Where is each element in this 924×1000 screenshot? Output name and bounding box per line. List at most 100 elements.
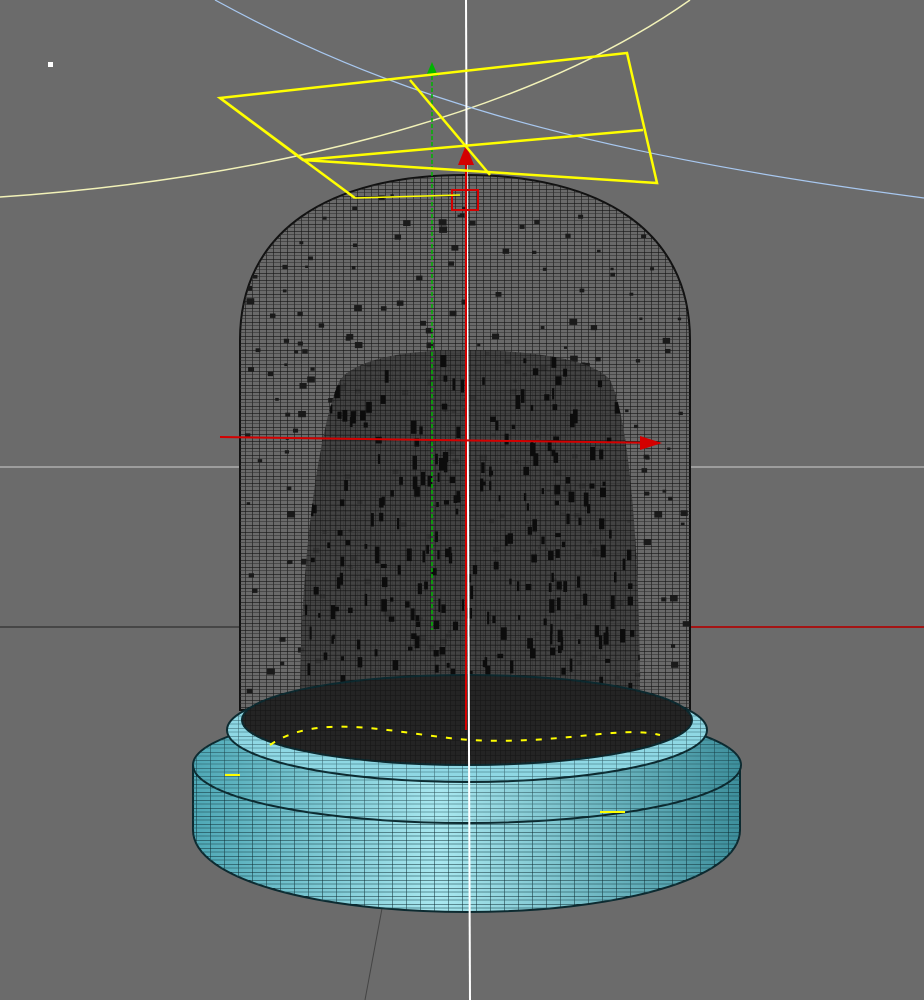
dome-speck xyxy=(682,621,690,627)
inner-speck xyxy=(421,471,426,486)
dome-speck xyxy=(569,318,578,325)
3d-viewport[interactable] xyxy=(0,0,924,1000)
dome-speck xyxy=(416,275,423,281)
light-path-a[interactable] xyxy=(0,0,691,198)
inner-speck xyxy=(600,544,606,558)
inner-speck xyxy=(555,549,560,558)
inner-speck xyxy=(627,596,633,606)
inner-speck xyxy=(445,548,450,558)
dome-speck xyxy=(662,337,671,344)
inner-speck xyxy=(563,581,568,592)
inner-speck xyxy=(455,508,459,515)
inner-speck xyxy=(614,572,617,583)
inner-speck xyxy=(548,550,554,561)
inner-speck xyxy=(583,492,589,507)
dome-speck xyxy=(671,661,679,668)
inner-speck xyxy=(550,624,553,634)
inner-speck xyxy=(556,597,561,611)
inner-speck xyxy=(357,657,363,668)
inner-speck xyxy=(610,595,615,609)
dome-speck xyxy=(668,496,673,501)
dome-speck xyxy=(302,349,308,354)
inner-speck xyxy=(527,638,533,649)
inner-speck xyxy=(374,649,378,657)
inner-speck xyxy=(551,572,554,583)
inner-speck xyxy=(348,607,353,614)
dome-speck xyxy=(477,343,481,347)
inner-speck xyxy=(443,500,450,505)
inner-speck xyxy=(487,611,490,625)
dome-speck xyxy=(298,410,306,418)
inner-speck xyxy=(309,626,312,640)
inner-speck xyxy=(599,449,604,460)
inner-speck xyxy=(405,601,410,608)
dome-speck xyxy=(532,250,537,255)
inner-speck xyxy=(437,472,440,482)
dome-speck xyxy=(641,468,648,473)
inner-speck xyxy=(472,565,478,575)
dome-speck xyxy=(308,256,313,261)
inner-speck xyxy=(449,476,456,483)
inner-speck xyxy=(530,404,534,411)
dome-speck xyxy=(280,661,285,666)
inner-speck xyxy=(515,395,521,410)
inner-speck xyxy=(364,593,368,606)
dome-speck xyxy=(299,241,304,245)
inner-speck xyxy=(505,534,508,546)
dome-speck xyxy=(255,348,261,353)
inner-speck xyxy=(551,449,556,457)
dome-speck xyxy=(351,266,356,270)
inner-speck xyxy=(443,375,448,382)
inner-speck xyxy=(568,491,575,503)
dome-speck xyxy=(282,289,287,293)
inner-speck xyxy=(396,518,400,530)
inner-speck xyxy=(318,613,321,618)
inner-speck xyxy=(482,660,486,668)
inner-speck xyxy=(446,662,450,668)
inner-speck xyxy=(552,388,555,400)
inner-speck xyxy=(406,548,412,562)
inner-speck xyxy=(313,586,319,595)
inner-speck xyxy=(426,544,429,554)
inner-speck xyxy=(377,454,381,464)
scene-canvas[interactable] xyxy=(0,0,924,1000)
inner-speck xyxy=(547,441,552,452)
inner-speck xyxy=(366,401,372,413)
inner-speck xyxy=(510,660,514,674)
dome-speck xyxy=(641,234,647,239)
inner-speck xyxy=(364,544,368,549)
inner-speck xyxy=(497,653,504,659)
light-path-b[interactable] xyxy=(214,0,924,199)
inner-speck xyxy=(544,394,550,401)
inner-speck xyxy=(381,564,387,569)
dome-speck xyxy=(269,313,276,318)
dome-speck xyxy=(248,367,255,372)
inner-speck xyxy=(570,413,575,428)
inner-speck xyxy=(569,658,573,672)
dome-speck xyxy=(578,214,584,219)
inner-speck xyxy=(379,512,384,522)
inner-speck xyxy=(594,625,600,637)
inner-speck xyxy=(489,481,492,491)
inner-speck xyxy=(498,495,501,502)
inner-speck xyxy=(363,422,368,428)
dome-speck xyxy=(369,180,376,185)
inner-speck xyxy=(344,480,348,491)
inner-speck xyxy=(370,513,374,527)
inner-speck xyxy=(493,561,499,570)
dome-speck xyxy=(292,428,299,433)
inner-speck xyxy=(452,621,459,631)
inner-speck xyxy=(523,466,530,476)
inner-speck xyxy=(331,636,334,644)
inner-speck xyxy=(602,481,606,487)
dome-speck xyxy=(563,346,568,349)
dome-speck xyxy=(284,363,288,367)
dome-speck xyxy=(438,219,447,226)
dome-speck xyxy=(248,573,254,578)
inner-speck xyxy=(339,499,345,507)
dome-speck xyxy=(643,539,651,546)
dome-speck xyxy=(448,261,455,266)
inner-speck xyxy=(419,426,423,435)
inner-object[interactable] xyxy=(295,345,645,708)
dome-speck xyxy=(625,409,629,413)
